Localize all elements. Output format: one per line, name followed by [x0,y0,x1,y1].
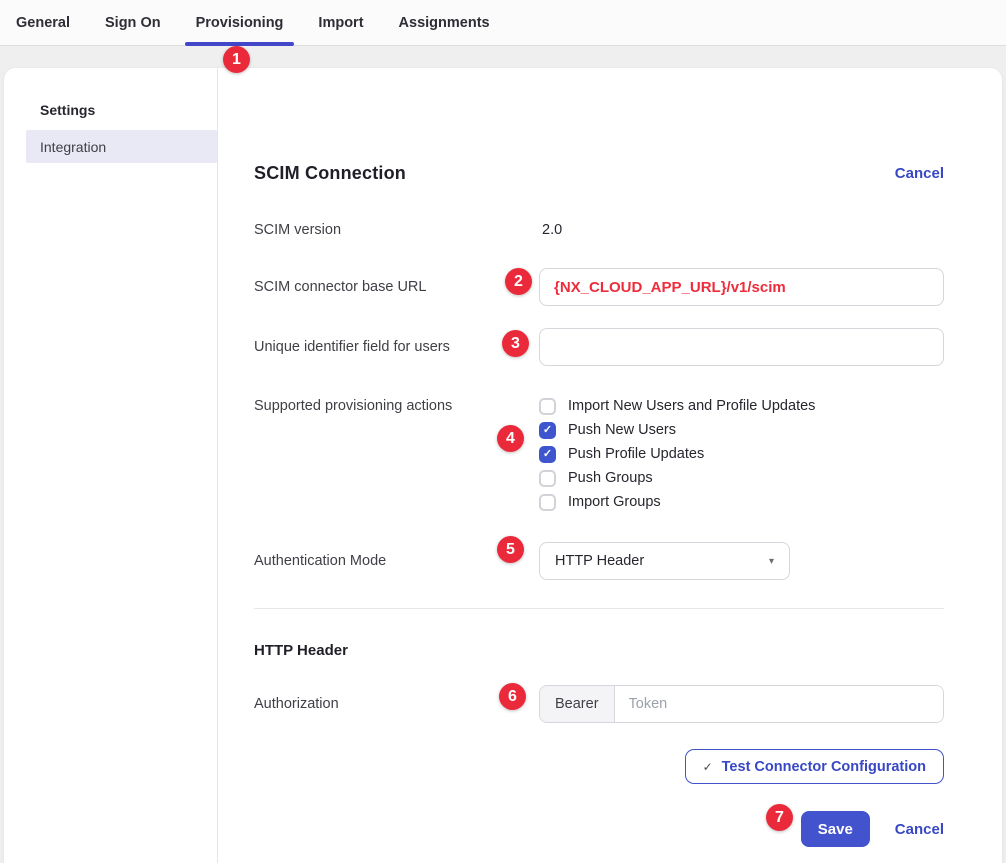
provisioning-actions-group: Import New Users and Profile Updates Pus… [539,394,944,514]
auth-mode-row: Authentication Mode HTTP Header ▾ [254,542,944,580]
annotation-badge-6: 6 [499,683,526,710]
checkbox-push-new-users[interactable]: Push New Users [539,418,944,442]
scim-version-row: SCIM version 2.0 [254,221,944,239]
scim-version-label: SCIM version [254,222,539,239]
sidebar-heading: Settings [4,102,217,118]
chevron-down-icon: ▾ [769,556,774,567]
annotation-badge-4: 4 [497,425,524,452]
scim-base-url-row: SCIM connector base URL [254,268,944,306]
authorization-input-group: Bearer [539,685,944,723]
bearer-prefix: Bearer [540,686,615,722]
annotation-badge-5: 5 [497,536,524,563]
annotation-badge-1: 1 [223,46,250,73]
scim-version-value: 2.0 [539,222,562,238]
test-connector-row: ✓ Test Connector Configuration [254,749,944,784]
unique-identifier-input[interactable] [539,328,944,366]
tab-provisioning[interactable]: Provisioning [185,0,295,45]
auth-mode-selected-value: HTTP Header [555,553,644,569]
http-header-section-heading: HTTP Header [254,642,944,659]
save-button[interactable]: Save [801,811,870,847]
authorization-label: Authorization [254,696,539,713]
cancel-link-bottom[interactable]: Cancel [895,821,944,838]
page-title: SCIM Connection [254,163,406,184]
panel-header: SCIM Connection Cancel [254,162,944,184]
tab-sign-on[interactable]: Sign On [94,0,172,45]
checkbox-push-groups[interactable]: Push Groups [539,466,944,490]
authorization-row: Authorization Bearer [254,685,944,723]
scim-base-url-label: SCIM connector base URL [254,279,539,296]
annotation-badge-7: 7 [766,804,793,831]
checkbox-icon[interactable] [539,446,556,463]
cancel-link-top[interactable]: Cancel [895,165,944,182]
tab-import[interactable]: Import [307,0,374,45]
scim-base-url-input[interactable] [539,268,944,306]
sidebar-item-label: Integration [40,139,106,155]
scim-connection-panel: SCIM Connection Cancel SCIM version 2.0 … [218,68,1002,863]
sidebar-item-integration[interactable]: Integration [26,130,217,163]
provisioning-actions-row: Supported provisioning actions Import Ne… [254,394,944,514]
unique-identifier-row: Unique identifier field for users [254,328,944,366]
checkbox-import-groups[interactable]: Import Groups [539,490,944,514]
provisioning-actions-label: Supported provisioning actions [254,394,539,415]
tab-general[interactable]: General [5,0,81,45]
checkbox-icon[interactable] [539,494,556,511]
token-input[interactable] [615,686,943,722]
checkbox-icon[interactable] [539,398,556,415]
provisioning-card: Settings Integration SCIM Connection Can… [4,68,1002,863]
settings-sidebar: Settings Integration [4,68,218,863]
app-tab-bar: General Sign On Provisioning Import Assi… [0,0,1006,46]
unique-identifier-label: Unique identifier field for users [254,339,539,356]
auth-mode-select[interactable]: HTTP Header ▾ [539,542,790,580]
checkbox-icon[interactable] [539,470,556,487]
auth-mode-label: Authentication Mode [254,553,539,570]
section-divider [254,608,944,609]
checkbox-import-new-users[interactable]: Import New Users and Profile Updates [539,394,944,418]
tab-assignments[interactable]: Assignments [388,0,501,45]
save-row: Save Cancel [254,811,944,847]
test-connector-button[interactable]: ✓ Test Connector Configuration [685,749,944,784]
check-icon: ✓ [703,760,713,774]
checkbox-icon[interactable] [539,422,556,439]
checkbox-push-profile-updates[interactable]: Push Profile Updates [539,442,944,466]
annotation-badge-2: 2 [505,268,532,295]
annotation-badge-3: 3 [502,330,529,357]
